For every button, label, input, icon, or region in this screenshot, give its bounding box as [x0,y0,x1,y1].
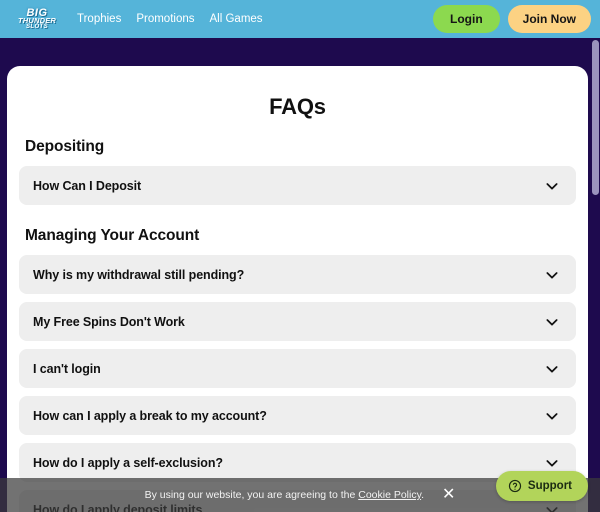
support-button-label: Support [527,480,572,492]
primary-navigation: Trophies Promotions All Games [77,13,263,25]
faq-question-label: I can't login [33,361,101,376]
faq-question-label: How Can I Deposit [33,178,142,193]
site-header: BIG THUNDER SLOTS Trophies Promotions Al… [0,0,600,38]
faq-accordion-item[interactable]: Why is my withdrawal still pending? [19,255,576,294]
faq-section-heading: Managing Your Account [25,227,200,244]
nav-link-promotions[interactable]: Promotions [136,13,194,25]
faq-accordion-item[interactable]: How can I apply a break to my account? [19,396,576,435]
nav-link-all-games[interactable]: All Games [210,13,263,25]
header-actions: Login Join Now [433,5,591,33]
cookie-policy-link[interactable]: Cookie Policy [358,489,421,501]
close-icon[interactable]: ✕ [442,487,455,503]
faq-question-label: How can I apply a break to my account? [33,408,267,423]
chevron-down-icon [546,318,558,326]
faq-accordion-item[interactable]: How do I apply a self-exclusion? [19,443,576,482]
faq-accordion-item[interactable]: My Free Spins Don't Work [19,302,576,341]
page-body: FAQs Depositing How Can I Deposit Managing… [0,38,600,512]
cookie-banner-text-tail: . [421,489,424,501]
join-now-button[interactable]: Join Now [507,5,591,33]
brand-logo[interactable]: BIG THUNDER SLOTS [11,4,63,34]
faq-accordion-item[interactable]: How Can I Deposit [19,166,576,205]
chevron-down-icon [546,412,558,420]
chevron-down-icon [546,365,558,373]
cookie-banner-text: By using our website, you are agreeing t… [145,489,424,501]
chevron-down-icon [546,182,558,190]
logo-line-slots: SLOTS [25,23,48,30]
page-title: FAQs [269,94,326,119]
page-scrollbar-track[interactable] [591,38,600,512]
faq-question-label: Why is my withdrawal still pending? [33,267,245,282]
faq-accordion-item[interactable]: I can't login [19,349,576,388]
support-button[interactable]: Support [495,471,588,501]
page-scrollbar-thumb[interactable] [592,40,599,195]
faq-section-heading: Depositing [25,138,105,155]
faq-sections: Depositing How Can I Deposit Managing Your… [19,138,576,512]
nav-link-trophies[interactable]: Trophies [77,13,121,25]
question-mark-circle-icon [508,479,522,493]
chevron-down-icon [546,459,558,467]
faq-question-label: My Free Spins Don't Work [33,314,185,329]
faq-question-label: How do I apply a self-exclusion? [33,455,223,470]
chevron-down-icon [546,271,558,279]
faq-card: FAQs Depositing How Can I Deposit Managing… [7,66,588,512]
login-button[interactable]: Login [433,5,500,33]
cookie-banner-text-lead: By using our website, you are agreeing t… [144,489,359,501]
